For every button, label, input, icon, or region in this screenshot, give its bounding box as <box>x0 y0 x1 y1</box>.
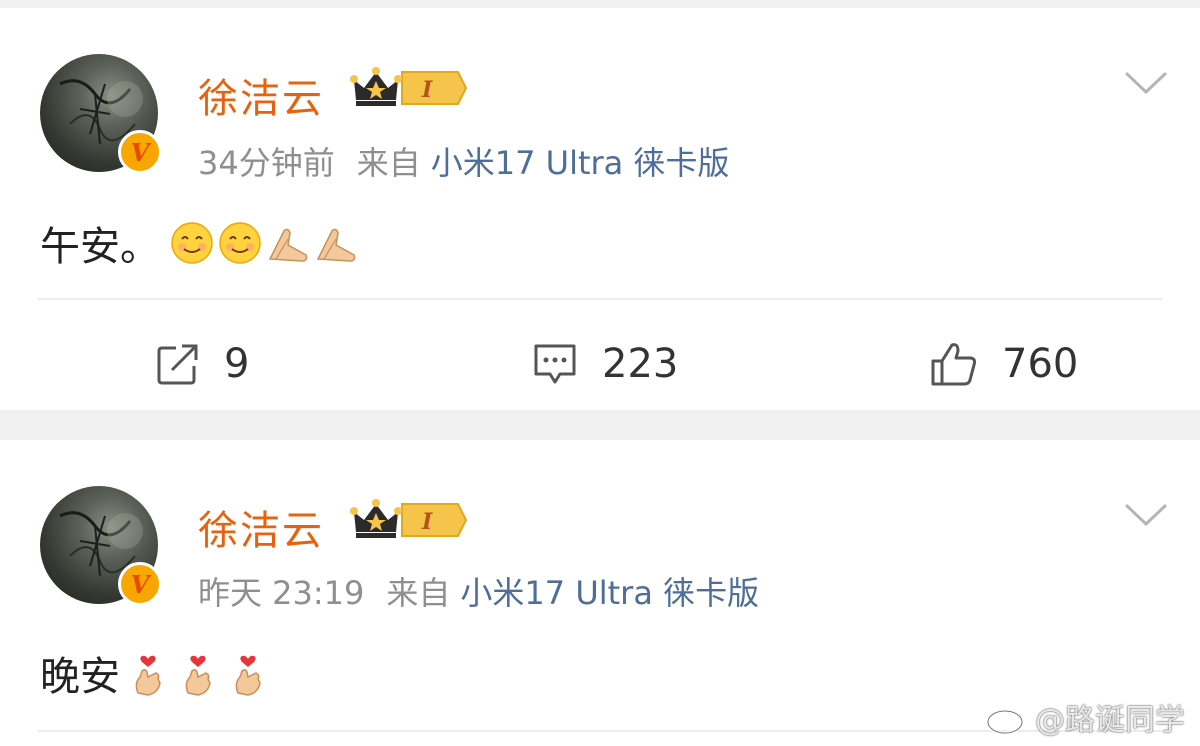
finger-heart-emoji-icon <box>135 655 161 696</box>
post-meta: 34分钟前 来自 小米17 Ultra 徕卡版 <box>198 138 729 184</box>
pray-hands-emoji-icon <box>316 228 356 262</box>
post-text-body: 晚安 <box>40 654 120 700</box>
watermark-text: @路诞同学 <box>1035 703 1185 738</box>
repost-button[interactable]: 9 <box>156 332 249 396</box>
post-text-body: 午安。 <box>40 224 160 270</box>
verified-badge-icon: V <box>118 130 162 174</box>
source-device-link[interactable]: 小米17 Ultra 徕卡版 <box>460 574 759 612</box>
pray-hands-emoji-icon <box>268 228 308 262</box>
repost-count: 9 <box>224 341 250 387</box>
smile-emoji-icon <box>171 222 213 264</box>
vip-crown-badge-icon: I <box>350 67 468 106</box>
divider <box>38 298 1162 300</box>
source-device-link[interactable]: 小米17 Ultra 徕卡版 <box>431 144 730 182</box>
post-time: 昨天 23:19 <box>198 574 365 612</box>
comment-icon <box>534 344 576 384</box>
post-text: 晚安 <box>40 644 268 702</box>
like-count: 760 <box>1002 341 1079 387</box>
comment-button[interactable]: 223 <box>532 332 678 396</box>
thumbs-up-icon <box>931 343 977 386</box>
smile-emoji-icon <box>219 222 261 264</box>
chevron-down-icon[interactable] <box>1124 70 1168 98</box>
finger-heart-emoji-icon <box>185 655 211 696</box>
like-button[interactable]: 760 <box>930 332 1078 396</box>
source-prefix: 来自 <box>386 574 451 612</box>
author-name[interactable]: 徐洁云 <box>198 498 324 556</box>
repost-icon <box>157 344 198 385</box>
post-time: 34分钟前 <box>198 144 335 182</box>
finger-heart-emoji-icon <box>235 655 261 696</box>
top-separator <box>0 0 1200 8</box>
post-meta: 昨天 23:19 来自 小米17 Ultra 徕卡版 <box>198 568 759 614</box>
verified-badge-icon: V <box>118 562 162 606</box>
source-prefix: 来自 <box>356 144 421 182</box>
weibo-watermark: @路诞同学 <box>985 697 1185 738</box>
vip-level: I <box>421 509 433 535</box>
chevron-down-icon[interactable] <box>1124 502 1168 530</box>
vip-crown-badge-icon: I <box>350 499 468 538</box>
author-name[interactable]: 徐洁云 <box>198 66 324 124</box>
vip-level: I <box>421 77 433 103</box>
comment-count: 223 <box>602 341 679 387</box>
post-card[interactable]: V 徐洁云 I 34分钟前 来自 小米17 Ultra 徕卡版 午安。 9 22… <box>0 8 1200 410</box>
weibo-logo-icon <box>986 700 1029 735</box>
post-text: 午安。 <box>40 214 358 272</box>
